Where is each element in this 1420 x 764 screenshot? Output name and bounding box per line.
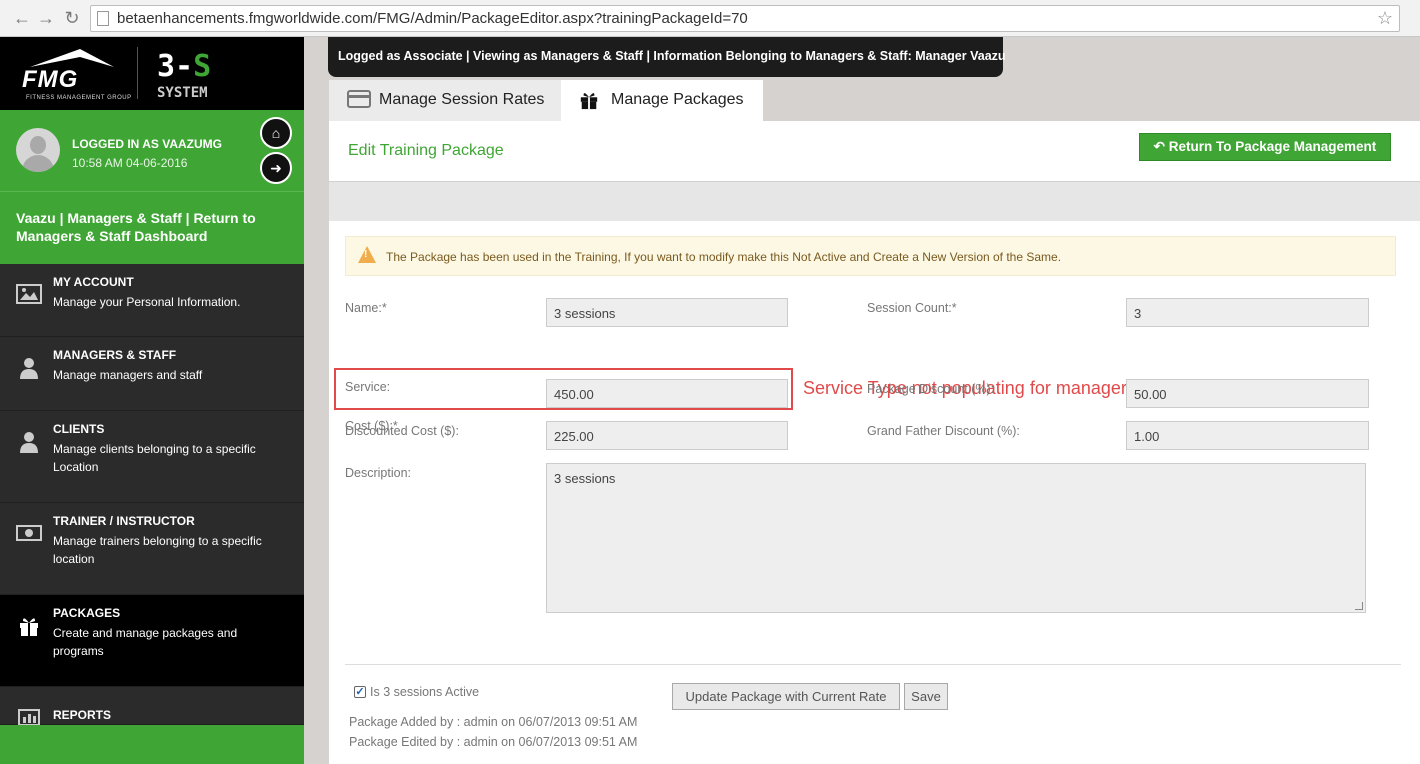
warning-text: The Package has been used in the Trainin… [386,250,1062,264]
tab-manage-packages[interactable]: Manage Packages [561,80,763,121]
sidebar-item-clients[interactable]: CLIENTS Manage clients belonging to a sp… [0,411,304,503]
fmg-logo-text: FMG [22,66,79,93]
package-added-info: Package Added by : admin on 06/07/2013 0… [349,715,638,729]
user-panel: LOGGED IN AS VAAZUMG 10:58 AM 04-06-2016… [0,110,304,191]
service-label: Service: [345,380,391,394]
login-timestamp: 10:58 AM 04-06-2016 [72,156,188,170]
description-text: 3 sessions [554,471,616,486]
page-title: Edit Training Package [348,142,504,159]
description-label: Description: [345,466,411,480]
sidebar-item-my-account[interactable]: MY ACCOUNT Manage your Personal Informat… [0,264,304,337]
update-package-button[interactable]: Update Package with Current Rate [672,683,900,710]
sidebar: FMG FITNESS MANAGEMENT GROUP 3-S SYSTEM … [0,37,304,764]
sidebar-item-title: REPORTS [53,708,112,722]
bookmark-star-icon[interactable]: ☆ [1377,8,1393,29]
context-breadcrumb-text[interactable]: Vaazu | Managers & Staff | Return to Man… [16,209,291,245]
url-text[interactable]: betaenhancements.fmgworldwide.com/FMG/Ad… [117,10,748,27]
sidebar-item-packages[interactable]: PACKAGES Create and manage packages and … [0,595,304,687]
sidebar-item-reports[interactable]: REPORTS [0,687,304,726]
sidebar-item-title: CLIENTS [53,422,105,436]
reload-icon[interactable]: ↻ [62,8,82,28]
grandfather-discount-label: Grand Father Discount (%): [867,424,1020,438]
image-icon [16,284,42,304]
context-breadcrumb: Vaazu | Managers & Staff | Return to Man… [0,191,304,264]
tab-label: Manage Session Rates [379,91,545,108]
sidebar-item-title: MY ACCOUNT [53,275,134,289]
form-divider [345,664,1401,665]
sidebar-item-desc: Create and manage packages and programs [53,626,238,658]
logout-icon[interactable]: ➜ [260,152,292,184]
name-label: Name:* [345,301,387,315]
back-icon[interactable]: ← [12,8,32,28]
package-discount-field[interactable]: 50.00 [1126,379,1369,408]
gift-icon [16,615,42,636]
sidebar-item-desc: Manage trainers belonging to a specific … [53,534,262,566]
brand-divider [137,47,138,99]
system-logo: 3-S [157,49,212,84]
sidebar-item-desc: Manage clients belonging to a specific L… [53,442,256,474]
main-content: Logged as Associate | Viewing as Manager… [304,37,1420,764]
package-edited-info: Package Edited by : admin on 06/07/2013 … [349,735,638,749]
edit-package-panel: Edit Training Package ↶ Return To Packag… [329,121,1420,764]
active-checkbox-label: Is 3 sessions Active [370,685,480,699]
avatar [16,128,60,172]
money-icon [16,523,42,543]
grandfather-discount-field[interactable]: 1.00 [1126,421,1369,450]
sidebar-item-title: PACKAGES [53,606,121,620]
sidebar-item-managers-staff[interactable]: MANAGERS & STAFF Manage managers and sta… [0,337,304,411]
save-button[interactable]: Save [904,683,948,710]
session-count-field[interactable]: 3 [1126,298,1369,327]
tab-label: Manage Packages [611,91,744,108]
resize-grip-icon[interactable] [1355,602,1363,610]
package-discount-label: Package Discount (%): [867,382,995,396]
gift-icon [579,90,599,115]
tab-manage-session-rates[interactable]: Manage Session Rates [329,80,561,121]
sidebar-item-desc: Manage managers and staff [53,368,203,382]
active-checkbox[interactable]: ✓ [354,686,366,698]
sidebar-item-desc: Manage your Personal Information. [53,295,241,309]
undo-arrow-icon: ↶ [1153,139,1165,154]
sidebar-item-trainer[interactable]: TRAINER / INSTRUCTOR Manage trainers bel… [0,503,304,595]
description-textarea[interactable]: 3 sessions [546,463,1366,613]
page-icon [97,11,109,26]
logged-in-user: LOGGED IN AS VAAZUMG [72,137,222,151]
warning-alert: ! The Package has been used in the Train… [345,236,1396,276]
brand-header: FMG FITNESS MANAGEMENT GROUP 3-S SYSTEM [0,37,304,110]
system-logo-label: SYSTEM [157,85,208,101]
role-banner: Logged as Associate | Viewing as Manager… [328,37,1006,77]
user-tie-icon [16,357,42,379]
sidebar-item-title: TRAINER / INSTRUCTOR [53,514,195,528]
home-icon[interactable]: ⌂ [260,117,292,149]
credit-card-icon [347,90,371,113]
name-field[interactable]: 3 sessions [546,298,788,327]
sidebar-footer [0,725,304,764]
toolbar-band [329,181,1420,221]
address-bar[interactable]: betaenhancements.fmgworldwide.com/FMG/Ad… [90,5,1400,32]
return-to-package-management-button[interactable]: ↶ Return To Package Management [1139,133,1391,161]
cost-field[interactable]: 450.00 [546,379,788,408]
session-count-label: Session Count:* [867,301,957,315]
return-button-label: Return To Package Management [1168,139,1377,154]
discounted-cost-field[interactable]: 225.00 [546,421,788,450]
user-icon [16,431,42,453]
discounted-cost-label: Discounted Cost ($): [345,424,459,438]
browser-toolbar: ← → ↻ betaenhancements.fmgworldwide.com/… [0,0,1420,37]
forward-icon[interactable]: → [36,8,56,28]
fmg-logo-subtitle: FITNESS MANAGEMENT GROUP [26,95,132,101]
sidebar-item-title: MANAGERS & STAFF [53,348,177,362]
